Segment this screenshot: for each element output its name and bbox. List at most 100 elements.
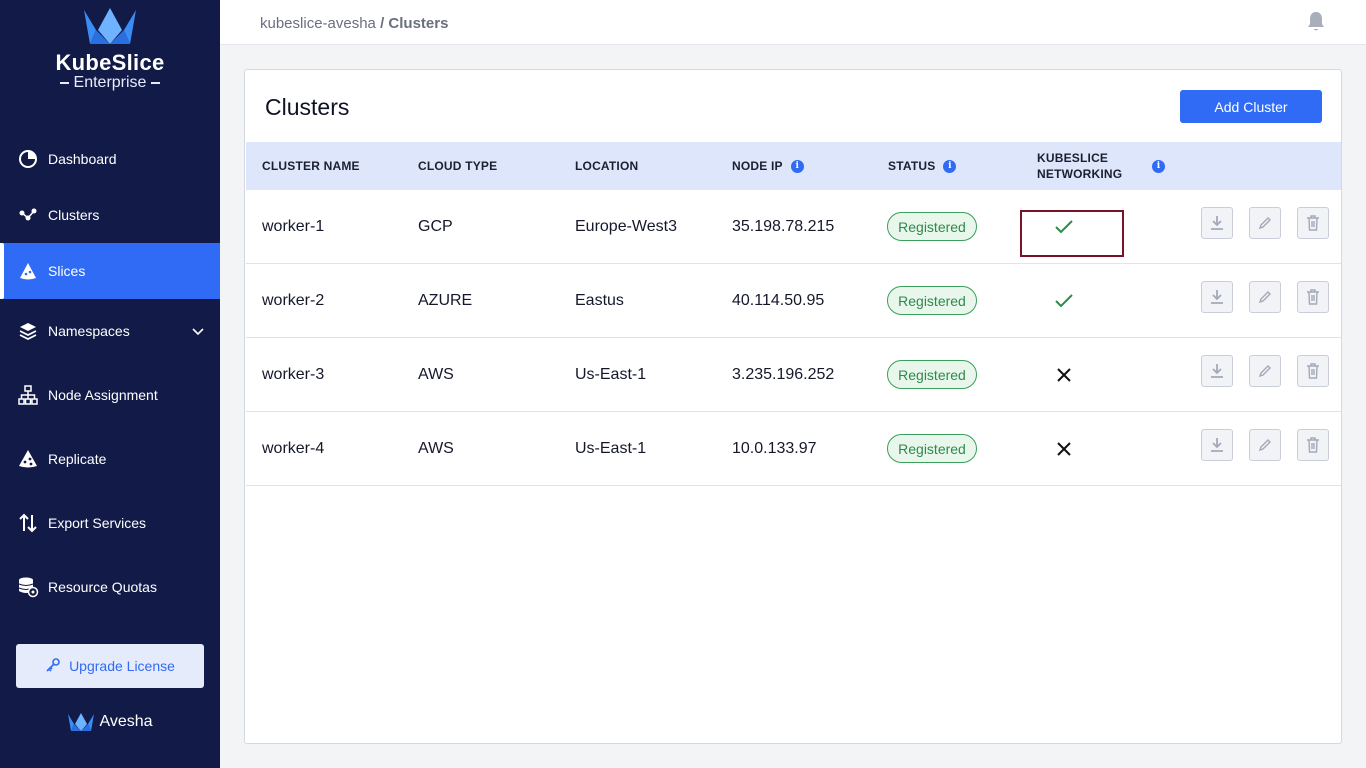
trash-icon xyxy=(1307,363,1319,379)
cluster-name-cell[interactable]: worker-4 xyxy=(262,412,324,485)
layers-icon xyxy=(17,320,39,342)
location-cell: Us-East-1 xyxy=(575,365,647,383)
cross-icon xyxy=(1057,441,1071,456)
sidebar-item-clusters[interactable]: Clusters xyxy=(0,187,220,243)
brand-name: KubeSlice xyxy=(55,50,165,75)
location-cell: Europe-West3 xyxy=(575,217,677,235)
info-icon[interactable]: i xyxy=(790,159,804,173)
column-cloud-type: CLOUD TYPE xyxy=(418,159,498,173)
cluster-name-cell[interactable]: worker-2 xyxy=(262,264,324,337)
delete-button[interactable] xyxy=(1297,429,1329,461)
status-badge: Registered xyxy=(887,434,977,463)
status-badge: Registered xyxy=(887,286,977,315)
sidebar-item-label: Resource Quotas xyxy=(48,579,157,595)
node-ip-cell: 3.235.196.252 xyxy=(732,365,835,383)
sidebar-item-label: Clusters xyxy=(48,207,100,223)
edit-button[interactable] xyxy=(1249,207,1281,239)
sidebar: KubeSlice Enterprise Dashboard Clusters … xyxy=(0,0,220,768)
sidebar-item-label: Node Assignment xyxy=(48,387,158,403)
column-cluster-name: CLUSTER NAME xyxy=(262,159,360,173)
info-icon[interactable]: i xyxy=(1152,159,1165,173)
upgrade-license-label: Upgrade License xyxy=(69,658,175,674)
cluster-name-cell[interactable]: worker-1 xyxy=(262,190,324,263)
sidebar-item-resource-quotas[interactable]: Resource Quotas xyxy=(0,559,220,615)
breadcrumb-root[interactable]: kubeslice-avesha xyxy=(260,15,376,32)
download-button[interactable] xyxy=(1201,207,1233,239)
sidebar-item-label: Export Services xyxy=(48,515,147,531)
location-cell: Eastus xyxy=(575,291,624,309)
trash-icon xyxy=(1307,215,1319,231)
column-status-label: STATUS xyxy=(888,159,936,173)
download-button[interactable] xyxy=(1201,429,1233,461)
edit-button[interactable] xyxy=(1249,355,1281,387)
download-button[interactable] xyxy=(1201,281,1233,313)
sidebar-item-replicate[interactable]: Replicate xyxy=(0,431,220,487)
highlight-box xyxy=(1020,210,1124,257)
cloud-type-cell: AWS xyxy=(418,365,454,383)
top-bar: kubeslice-avesha / Clusters xyxy=(220,0,1366,45)
breadcrumb-separator: / xyxy=(375,15,389,32)
node-ip-cell: 35.198.78.215 xyxy=(732,217,835,235)
sidebar-item-label: Slices xyxy=(48,263,86,279)
sidebar-item-node-assignment[interactable]: Node Assignment xyxy=(0,367,220,423)
breadcrumb: kubeslice-avesha / Clusters xyxy=(260,15,448,32)
bell-icon[interactable] xyxy=(1306,11,1326,38)
delete-button[interactable] xyxy=(1297,207,1329,239)
status-badge: Registered xyxy=(887,360,977,389)
pencil-icon xyxy=(1258,439,1271,452)
avesha-logo: Avesha xyxy=(0,712,220,732)
download-icon xyxy=(1211,216,1223,230)
sidebar-item-dashboard[interactable]: Dashboard xyxy=(0,131,220,187)
table-header: CLUSTER NAME CLOUD TYPE LOCATION NODE IP… xyxy=(246,142,1341,190)
info-icon[interactable]: i xyxy=(943,159,957,173)
pencil-icon xyxy=(1258,365,1271,378)
table-row: worker-2 AZURE Eastus 40.114.50.95 Regis… xyxy=(246,264,1341,338)
networking-cell xyxy=(1054,264,1074,337)
trash-icon xyxy=(1307,437,1319,453)
edit-button[interactable] xyxy=(1249,429,1281,461)
slices-icon xyxy=(17,260,39,282)
table-row: worker-4 AWS Us-East-1 10.0.133.97 Regis… xyxy=(246,412,1341,486)
column-networking-line2: NETWORKING xyxy=(1037,167,1123,181)
sidebar-item-slices[interactable]: Slices xyxy=(0,243,220,299)
status-cell: Registered xyxy=(887,190,977,263)
cluster-name-cell[interactable]: worker-3 xyxy=(262,338,324,411)
replicate-icon xyxy=(17,448,39,470)
crown-logo-icon xyxy=(84,8,136,44)
avesha-name: Avesha xyxy=(99,713,153,730)
pencil-icon xyxy=(1258,217,1271,230)
edit-button[interactable] xyxy=(1249,281,1281,313)
key-icon xyxy=(45,657,61,676)
page-title: Clusters xyxy=(265,94,350,120)
node-ip-cell: 40.114.50.95 xyxy=(732,291,825,309)
check-icon xyxy=(1055,293,1073,307)
delete-button[interactable] xyxy=(1297,281,1329,313)
trash-icon xyxy=(1307,289,1319,305)
networking-cell xyxy=(1056,412,1072,485)
brand-edition-label: Enterprise xyxy=(73,74,147,91)
add-cluster-button[interactable]: Add Cluster xyxy=(1180,90,1322,123)
arrows-up-down-icon xyxy=(17,512,39,534)
sitemap-icon xyxy=(17,384,39,406)
sidebar-item-export-services[interactable]: Export Services xyxy=(0,495,220,551)
column-kubeslice-networking: KUBESLICE NETWORKING xyxy=(1037,142,1122,190)
upgrade-license-button[interactable]: Upgrade License xyxy=(16,644,204,688)
chevron-down-icon[interactable] xyxy=(192,323,204,339)
sidebar-item-namespaces[interactable]: Namespaces xyxy=(0,303,220,359)
delete-button[interactable] xyxy=(1297,355,1329,387)
table-row: worker-3 AWS Us-East-1 3.235.196.252 Reg… xyxy=(246,338,1341,412)
clusters-card: Clusters Add Cluster CLUSTER NAME CLOUD … xyxy=(244,69,1342,744)
sidebar-item-label: Dashboard xyxy=(48,151,117,167)
cross-icon xyxy=(1057,367,1071,382)
column-location: LOCATION xyxy=(575,159,639,173)
column-node-ip-label: NODE IP xyxy=(732,159,783,173)
kubeslice-logo: KubeSlice Enterprise xyxy=(0,6,220,92)
status-cell: Registered xyxy=(887,412,977,485)
download-button[interactable] xyxy=(1201,355,1233,387)
pencil-icon xyxy=(1258,291,1271,304)
download-icon xyxy=(1211,364,1223,378)
status-cell: Registered xyxy=(887,338,977,411)
column-networking-line1: KUBESLICE xyxy=(1037,151,1109,165)
pie-chart-icon xyxy=(17,148,39,170)
cloud-type-cell: AZURE xyxy=(418,291,473,309)
